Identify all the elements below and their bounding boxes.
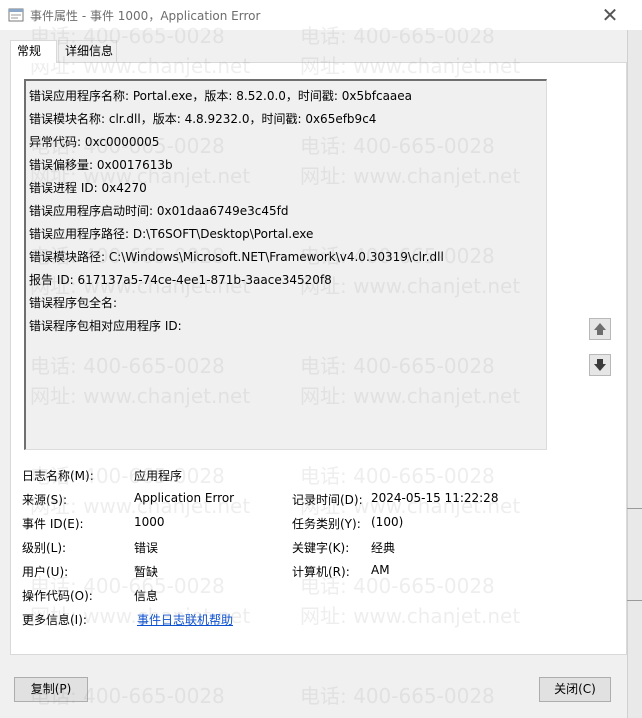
description-line: 错误应用程序名称: Portal.exe，版本: 8.52.0.0，时间戳: 0…	[29, 89, 413, 103]
background-divider	[627, 508, 642, 509]
task-category-value: (100)	[371, 515, 404, 529]
tab-general[interactable]: 常规	[10, 40, 57, 63]
description-line: 错误偏移量: 0x0017613b	[29, 158, 173, 172]
copy-button[interactable]: 复制(P)	[14, 677, 88, 702]
computer-label: 计算机(R):	[292, 565, 350, 579]
next-event-button[interactable]	[589, 354, 611, 376]
level-label: 级别(L):	[22, 541, 67, 555]
event-viewer-icon	[8, 8, 24, 22]
previous-event-button[interactable]	[589, 318, 611, 340]
user-value: 暂缺	[134, 565, 159, 579]
close-window-button[interactable]: ✕	[596, 1, 624, 29]
opcode-label: 操作代码(O):	[22, 589, 93, 603]
arrow-up-icon	[594, 323, 606, 335]
log-name-value: 应用程序	[134, 469, 183, 483]
description-line: 错误程序包相对应用程序 ID:	[29, 319, 182, 333]
log-name-label: 日志名称(M):	[22, 469, 94, 483]
level-value: 错误	[134, 541, 159, 555]
description-line: 错误模块路径: C:\Windows\Microsoft.NET\Framewo…	[29, 250, 444, 264]
description-line: 错误模块名称: clr.dll，版本: 4.8.9232.0，时间戳: 0x65…	[29, 112, 377, 126]
background-window-edge	[627, 30, 642, 718]
source-label: 来源(S):	[22, 493, 68, 507]
source-value: Application Error	[134, 491, 235, 505]
window-title: 事件属性 - 事件 1000，Application Error	[30, 9, 261, 23]
user-label: 用户(U):	[22, 565, 69, 579]
task-category-label: 任务类别(Y):	[292, 517, 361, 531]
description-line: 报告 ID: 617137a5-74ce-4ee1-871b-3aace3452…	[29, 273, 332, 287]
description-line: 错误进程 ID: 0x4270	[29, 181, 147, 195]
event-properties-window: 事件属性 - 事件 1000，Application Error ✕ 常规 详细…	[0, 0, 642, 718]
opcode-value: 信息	[134, 589, 159, 603]
more-info-label: 更多信息(I):	[22, 613, 87, 627]
close-button[interactable]: 关闭(C)	[539, 677, 611, 702]
watermark-phone: 电话: 400-665-0028	[300, 684, 495, 708]
event-id-label: 事件 ID(E):	[22, 517, 84, 531]
description-line: 错误应用程序路径: D:\T6SOFT\Desktop\Portal.exe	[29, 227, 314, 241]
keywords-value: 经典	[371, 541, 396, 555]
description-line: 错误程序包全名:	[29, 296, 118, 310]
logged-label: 记录时间(D):	[292, 493, 363, 507]
keywords-label: 关键字(K):	[292, 541, 350, 555]
online-help-link[interactable]: 事件日志联机帮助	[137, 611, 233, 628]
logged-value: 2024-05-15 11:22:28	[371, 491, 499, 505]
arrow-down-icon	[594, 359, 606, 371]
event-description-box[interactable]: 错误应用程序名称: Portal.exe，版本: 8.52.0.0，时间戳: 0…	[24, 79, 547, 450]
event-id-value: 1000	[134, 515, 165, 529]
title-bar: 事件属性 - 事件 1000，Application Error ✕	[0, 0, 642, 30]
computer-value: AM	[371, 563, 390, 577]
tab-details[interactable]: 详细信息	[58, 40, 117, 62]
background-divider	[627, 600, 642, 601]
description-line: 异常代码: 0xc0000005	[29, 135, 160, 149]
description-line: 错误应用程序启动时间: 0x01daa6749e3c45fd	[29, 204, 289, 218]
